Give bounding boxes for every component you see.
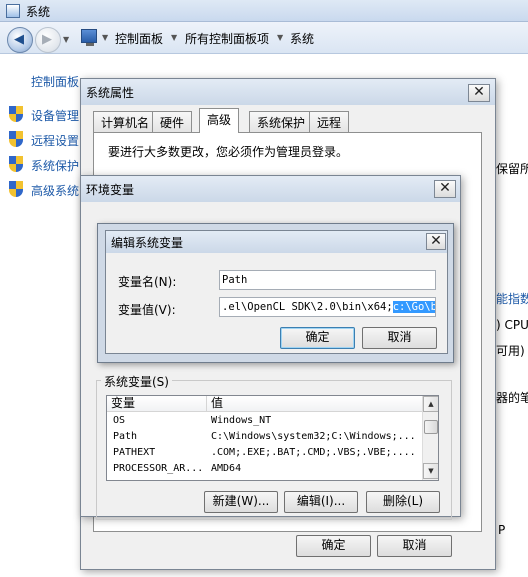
dialog-title: 环境变量 — [86, 183, 135, 197]
column-header-variable[interactable]: 变量 — [107, 396, 207, 412]
background-text: 可用) — [496, 344, 525, 358]
cancel-button[interactable]: 取消 — [377, 535, 452, 557]
dialog-titlebar: 环境变量 ✕ — [81, 176, 460, 202]
chevron-down-icon[interactable]: ▼ — [277, 33, 283, 42]
variable-name-field[interactable]: Path — [219, 270, 436, 290]
system-window-icon — [6, 4, 20, 18]
dialog-title: 编辑系统变量 — [111, 236, 184, 250]
breadcrumb-control-panel[interactable]: 控制面板 — [115, 30, 163, 47]
variable-value-label: 变量值(V): — [118, 303, 176, 317]
table-row-name[interactable]: PROCESSOR_AR... — [113, 462, 205, 476]
uac-shield-icon — [9, 181, 23, 197]
table-row-name[interactable]: Path — [113, 430, 205, 444]
scroll-down-icon[interactable]: ▼ — [423, 463, 438, 479]
forward-button[interactable]: ▶ — [35, 27, 61, 53]
sidebar-item-system-protection[interactable]: 系统保护 — [31, 157, 79, 174]
chevron-down-icon[interactable]: ▼ — [102, 33, 108, 42]
variable-name-label: 变量名(N): — [118, 275, 177, 289]
control-panel-icon — [81, 29, 97, 46]
selected-text: c:\Go\bin — [392, 301, 435, 313]
dialog-titlebar: 系统属性 ✕ — [81, 79, 495, 105]
forward-arrow-icon: ▶ — [42, 32, 52, 47]
cancel-button[interactable]: 取消 — [362, 327, 437, 349]
chevron-down-icon[interactable]: ▼ — [171, 33, 177, 42]
scroll-up-icon[interactable]: ▲ — [423, 396, 438, 412]
admin-note: 要进行大多数更改，您必须作为管理员登录。 — [108, 145, 349, 159]
background-text: 保留所 — [496, 162, 528, 176]
ok-button[interactable]: 确定 — [296, 535, 371, 557]
tab-computer-name[interactable]: 计算机名 — [93, 111, 158, 132]
table-row-name[interactable]: PATHEXT — [113, 446, 205, 460]
breadcrumb-system[interactable]: 系统 — [290, 30, 314, 47]
delete-variable-button[interactable]: 删除(L) — [366, 491, 440, 513]
ok-button[interactable]: 确定 — [280, 327, 355, 349]
uac-shield-icon — [9, 106, 23, 122]
system-variables-label: 系统变量(S) — [101, 373, 172, 390]
system-variables-list[interactable]: 变量 值 OS Windows_NT Path C:\Windows\syste… — [106, 395, 439, 481]
tab-remote[interactable]: 远程 — [309, 111, 350, 132]
close-icon[interactable]: ✕ — [468, 84, 490, 102]
window-title: 系统 — [26, 5, 51, 19]
column-header-value[interactable]: 值 — [207, 396, 423, 412]
control-panel-home-link[interactable]: 控制面板 — [31, 73, 79, 90]
sidebar-item-device-manager[interactable]: 设备管理 — [31, 107, 79, 124]
edit-variable-button[interactable]: 编辑(I)... — [284, 491, 358, 513]
left-pane: 控制面板 设备管理 远程设置 系统保护 高级系统 — [0, 54, 90, 254]
tab-system-protection[interactable]: 系统保护 — [249, 111, 314, 132]
dialog-titlebar: 编辑系统变量 ✕ — [106, 231, 447, 253]
background-text: 器的笔 — [496, 391, 528, 405]
explorer-titlebar: 系统 — [0, 0, 528, 22]
uac-shield-icon — [9, 131, 23, 147]
table-row-value[interactable]: AMD64 — [211, 462, 421, 476]
tab-hardware[interactable]: 硬件 — [152, 111, 193, 132]
back-arrow-icon: ◀ — [14, 32, 24, 47]
table-row-value[interactable]: C:\Windows\system32;C:\Windows;... — [211, 430, 421, 444]
background-link[interactable]: 能指数 — [496, 290, 528, 307]
uac-shield-icon — [9, 156, 23, 172]
table-row-name[interactable]: OS — [113, 414, 205, 428]
scrollbar-thumb[interactable] — [424, 420, 438, 434]
recent-pages-chevron-icon[interactable]: ▼ — [63, 35, 69, 44]
variable-value-text: .el\OpenCL SDK\2.0\bin\x64; — [222, 301, 393, 313]
vertical-scrollbar[interactable]: ▲ ▼ — [422, 396, 438, 480]
table-row-value[interactable]: Windows_NT — [211, 414, 421, 428]
breadcrumb-all-items[interactable]: 所有控制面板项 — [185, 30, 269, 47]
table-row-value[interactable]: .COM;.EXE;.BAT;.CMD;.VBS;.VBE;.... — [211, 446, 421, 460]
back-button[interactable]: ◀ — [7, 27, 33, 53]
background-text: P — [498, 523, 506, 537]
tab-advanced[interactable]: 高级 — [199, 108, 240, 133]
sidebar-item-remote-settings[interactable]: 远程设置 — [31, 132, 79, 149]
close-icon[interactable]: ✕ — [434, 180, 456, 198]
close-icon[interactable]: ✕ — [426, 233, 446, 250]
sidebar-item-advanced-system[interactable]: 高级系统 — [31, 182, 79, 199]
background-text: ) CPU — [496, 318, 528, 332]
dialog-title: 系统属性 — [86, 86, 135, 100]
variable-value-field[interactable]: .el\OpenCL SDK\2.0\bin\x64;c:\Go\bin — [219, 297, 436, 317]
new-variable-button[interactable]: 新建(W)... — [204, 491, 278, 513]
